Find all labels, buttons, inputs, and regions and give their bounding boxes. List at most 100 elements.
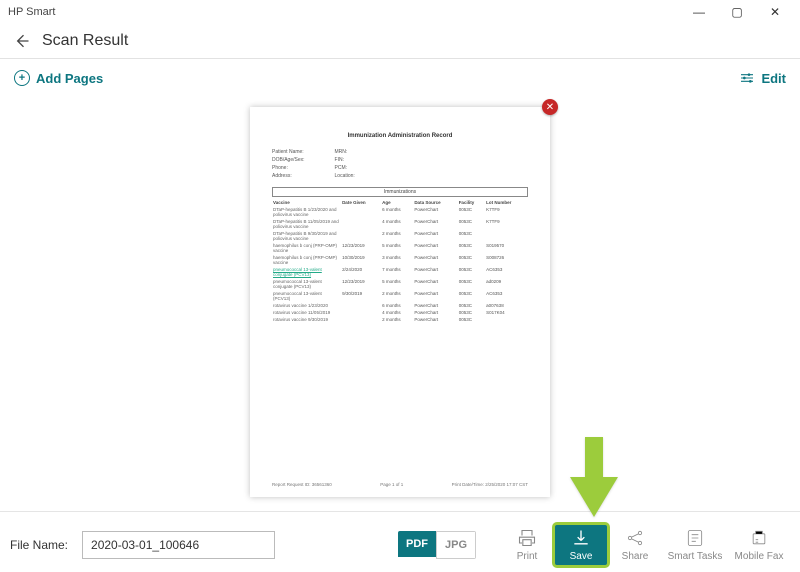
table-cell: 2/24/2020 — [341, 266, 381, 278]
table-cell: 0053C — [458, 242, 485, 254]
maximize-button[interactable]: ▢ — [718, 0, 756, 24]
table-cell — [341, 309, 381, 316]
table-row: pneumococcal 13-valent (PCV13)9/30/20192… — [272, 290, 528, 302]
format-toggle: PDF JPG — [398, 531, 476, 559]
filename-input[interactable] — [82, 531, 275, 559]
table-cell: PowerChart — [413, 278, 457, 290]
share-button[interactable]: Share — [608, 524, 662, 566]
table-cell: DTaP-hepatitis B 11/05/2019 and poliovir… — [272, 218, 341, 230]
document-title: Immunization Administration Record — [272, 133, 528, 139]
table-cell: 0053C — [458, 230, 485, 242]
table-cell: 4 months — [381, 309, 413, 316]
table-row: DTaP-hepatitis B 11/05/2019 and poliovir… — [272, 218, 528, 230]
page-number: Page 1 of 1 — [380, 482, 403, 487]
table-cell: pneumococcal 13-valent conjugate (PCV13) — [272, 278, 341, 290]
table-cell: 5 months — [381, 278, 413, 290]
table-cell: rotavirus vaccine 1/23/2020 — [272, 302, 341, 309]
title-bar: HP Smart — ▢ ✕ — [0, 0, 800, 24]
table-cell: haemophilus b conj (PRP-OMP) vaccine — [272, 242, 341, 254]
format-jpg[interactable]: JPG — [436, 531, 476, 559]
page-header: Scan Result — [0, 24, 800, 58]
table-cell — [485, 230, 528, 242]
report-id: Report Request ID: 36561360 — [272, 482, 332, 487]
table-cell: 0053C — [458, 254, 485, 266]
table-cell: 0053C — [458, 206, 485, 218]
table-row: pneumococcal 13-valent conjugate (PCV13)… — [272, 266, 528, 278]
table-cell: S017K04 — [485, 309, 528, 316]
smart-tasks-icon — [685, 528, 705, 548]
table-header: Lot Number — [485, 199, 528, 206]
download-icon — [571, 528, 591, 548]
format-pdf[interactable]: PDF — [398, 531, 436, 557]
table-cell: 0053C — [458, 218, 485, 230]
table-cell: 0053C — [458, 316, 485, 323]
page-footer: Report Request ID: 36561360 Page 1 of 1 … — [272, 482, 528, 487]
table-cell: 4 months — [381, 218, 413, 230]
table-cell: 0053C — [458, 278, 485, 290]
table-cell: PowerChart — [413, 254, 457, 266]
table-cell: ad0209 — [485, 278, 528, 290]
table-cell: 10/30/2019 — [341, 254, 381, 266]
edit-button[interactable]: Edit — [739, 70, 786, 86]
remove-page-button[interactable]: ✕ — [542, 99, 558, 115]
field-label: DOB/Age/Sex: — [272, 157, 305, 163]
table-row: DTaP-hepatitis B 1/23/2020 and polioviru… — [272, 206, 528, 218]
arrow-down-icon — [570, 437, 618, 517]
save-label: Save — [570, 551, 593, 562]
field-label: MRN: — [335, 149, 355, 155]
mobile-fax-button[interactable]: Mobile Fax — [728, 524, 790, 566]
table-header: Date Given — [341, 199, 381, 206]
table-cell: S019570 — [485, 242, 528, 254]
smart-tasks-label: Smart Tasks — [668, 551, 723, 562]
table-cell: PowerChart — [413, 218, 457, 230]
table-row: rotavirus vaccine 1/23/2020 6 monthsPower… — [272, 302, 528, 309]
table-cell: a007638 — [485, 302, 528, 309]
close-icon: ✕ — [546, 102, 554, 113]
field-label: Patient Name: — [272, 149, 305, 155]
table-cell: K7TF9 — [485, 218, 528, 230]
mobile-fax-label: Mobile Fax — [735, 551, 784, 562]
table-row: rotavirus vaccine 9/30/20192 monthsPower… — [272, 316, 528, 323]
scanned-page[interactable]: ✕ Immunization Administration Record Pat… — [250, 107, 550, 497]
field-label: Phone: — [272, 165, 305, 171]
smart-tasks-button[interactable]: Smart Tasks — [662, 524, 728, 566]
table-cell — [341, 230, 381, 242]
table-cell: 6 months — [381, 302, 413, 309]
table-cell: rotavirus vaccine 11/05/2019 — [272, 309, 341, 316]
add-pages-label: Add Pages — [36, 71, 103, 86]
table-header: Age — [381, 199, 413, 206]
table-cell: 9/30/2019 — [341, 290, 381, 302]
patient-info: Patient Name:DOB/Age/Sex:Phone:Address: … — [272, 149, 528, 179]
table-cell: 0053C — [458, 290, 485, 302]
print-button[interactable]: Print — [500, 524, 554, 566]
close-window-button[interactable]: ✕ — [756, 0, 794, 24]
minimize-button[interactable]: — — [680, 0, 718, 24]
table-row: DTaP-hepatitis B 9/30/2019 and polioviru… — [272, 230, 528, 242]
back-button[interactable] — [10, 30, 32, 52]
table-cell: PowerChart — [413, 266, 457, 278]
table-cell: 2 months — [381, 316, 413, 323]
table-cell: DTaP-hepatitis B 9/30/2019 and polioviru… — [272, 230, 341, 242]
table-cell: PowerChart — [413, 230, 457, 242]
fax-icon — [749, 528, 769, 548]
share-icon — [625, 528, 645, 548]
table-cell: 7 months — [381, 266, 413, 278]
table-cell — [485, 316, 528, 323]
table-cell: PowerChart — [413, 302, 457, 309]
add-pages-button[interactable]: + Add Pages — [14, 70, 103, 86]
app-title: HP Smart — [8, 6, 55, 18]
table-cell: S008726 — [485, 254, 528, 266]
table-header: Facility — [458, 199, 485, 206]
print-label: Print — [517, 551, 538, 562]
toolbar: + Add Pages Edit — [0, 59, 800, 97]
sliders-icon — [739, 70, 755, 86]
edit-label: Edit — [761, 71, 786, 86]
share-label: Share — [622, 551, 649, 562]
page-title: Scan Result — [42, 32, 128, 50]
field-label: Address: — [272, 173, 305, 179]
preview-canvas: ✕ Immunization Administration Record Pat… — [0, 97, 800, 511]
field-label: Location: — [335, 173, 355, 179]
print-time: Print Date/Time: 2/25/2020 17:07 CST — [452, 482, 528, 487]
save-button[interactable]: Save — [554, 524, 608, 566]
table-row: pneumococcal 13-valent conjugate (PCV13)… — [272, 278, 528, 290]
